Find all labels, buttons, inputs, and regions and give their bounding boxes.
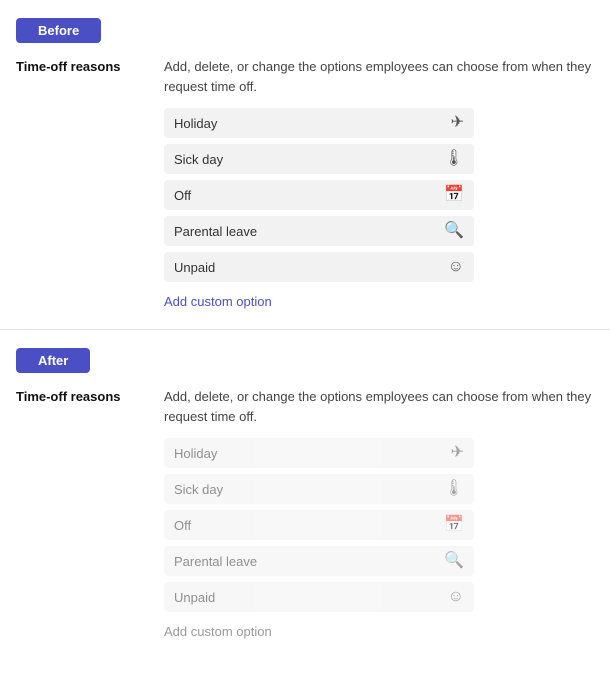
before-label: Time-off reasons <box>16 57 164 309</box>
holiday-icon: ✈ <box>451 115 464 131</box>
before-section: Before Time-off reasons Add, delete, or … <box>0 0 610 330</box>
after-option-label-off: Off <box>174 518 191 533</box>
option-label-unpaid: Unpaid <box>174 260 215 275</box>
off-icon: 📅 <box>444 187 464 203</box>
unpaid-icon: ☺ <box>448 259 464 275</box>
after-label: Time-off reasons <box>16 387 164 639</box>
after-option-label-sickday: Sick day <box>174 482 223 497</box>
after-sickday-icon: 🌡 <box>444 481 464 497</box>
after-off-icon: 📅 <box>444 517 464 533</box>
after-header: After <box>16 348 90 373</box>
after-main: Add, delete, or change the options emplo… <box>164 387 594 639</box>
after-options-list: Holiday ✈ Sick day 🌡 Off 📅 Parental leav… <box>164 438 594 612</box>
after-option-parental: Parental leave 🔍 <box>164 546 474 576</box>
before-options-list: Holiday ✈ Sick day 🌡 Off 📅 Parental leav… <box>164 108 594 282</box>
before-description: Add, delete, or change the options emplo… <box>164 57 594 96</box>
after-option-label-unpaid: Unpaid <box>174 590 215 605</box>
before-option-sickday[interactable]: Sick day 🌡 <box>164 144 474 174</box>
after-section: After Time-off reasons Add, delete, or c… <box>0 330 610 659</box>
sickday-icon: 🌡 <box>444 151 464 167</box>
after-unpaid-icon: ☺ <box>448 589 464 605</box>
option-label-off: Off <box>174 188 191 203</box>
before-add-custom-link[interactable]: Add custom option <box>164 294 272 309</box>
before-option-off[interactable]: Off 📅 <box>164 180 474 210</box>
after-option-holiday: Holiday ✈ <box>164 438 474 468</box>
parental-icon: 🔍 <box>444 223 464 239</box>
before-main: Add, delete, or change the options emplo… <box>164 57 594 309</box>
after-option-off: Off 📅 <box>164 510 474 540</box>
after-option-unpaid: Unpaid ☺ <box>164 582 474 612</box>
after-option-label-holiday: Holiday <box>174 446 217 461</box>
before-option-holiday[interactable]: Holiday ✈ <box>164 108 474 138</box>
after-holiday-icon: ✈ <box>451 445 464 461</box>
after-description: Add, delete, or change the options emplo… <box>164 387 594 426</box>
after-option-label-parental: Parental leave <box>174 554 257 569</box>
after-add-custom-text: Add custom option <box>164 624 272 639</box>
option-label-parental: Parental leave <box>174 224 257 239</box>
before-header: Before <box>16 18 101 43</box>
option-label-sickday: Sick day <box>174 152 223 167</box>
after-parental-icon: 🔍 <box>444 553 464 569</box>
before-option-unpaid[interactable]: Unpaid ☺ <box>164 252 474 282</box>
after-option-sickday: Sick day 🌡 <box>164 474 474 504</box>
before-option-parental[interactable]: Parental leave 🔍 <box>164 216 474 246</box>
option-label-holiday: Holiday <box>174 116 217 131</box>
